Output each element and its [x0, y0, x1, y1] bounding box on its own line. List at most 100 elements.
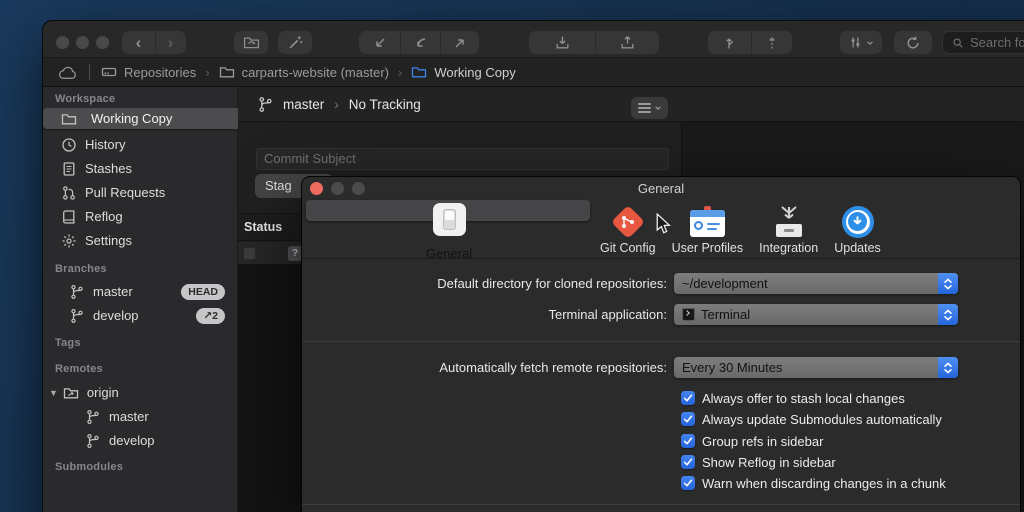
tab-git-config[interactable]: Git Config: [594, 200, 662, 257]
commit-subject-input[interactable]: Commit Subject: [256, 148, 669, 170]
refresh-button[interactable]: [894, 31, 932, 54]
form-divider: [302, 341, 1020, 342]
dialog-minimize-button[interactable]: [331, 182, 344, 195]
sidebar-item-stashes[interactable]: Stashes: [43, 157, 237, 180]
tags-section-header: Tags: [55, 337, 81, 349]
updates-tab-icon: [842, 206, 874, 238]
main-titlebar: ‹ ›: [43, 21, 1024, 58]
sidebar-branch-develop[interactable]: develop ↗2: [43, 304, 237, 327]
checkbox-checked-icon[interactable]: [681, 391, 695, 405]
breadcrumb-repositories[interactable]: Repositories: [124, 65, 196, 80]
remotes-section-header: Remotes: [55, 363, 103, 375]
checkbox-update-submodules[interactable]: Always update Submodules automatically: [681, 411, 942, 427]
checkbox-checked-icon[interactable]: [681, 476, 695, 490]
sidebar-item-pull-requests[interactable]: Pull Requests: [43, 181, 237, 204]
checkbox-warn-discard-chunk[interactable]: Warn when discarding changes in a chunk: [681, 475, 946, 491]
tab-integration[interactable]: Integration: [753, 200, 824, 257]
stepper-icon: [938, 273, 958, 294]
tab-user-profiles[interactable]: User Profiles: [666, 200, 750, 257]
checkbox-group-refs[interactable]: Group refs in sidebar: [681, 433, 823, 449]
sidebar-item-settings[interactable]: Settings: [43, 229, 237, 252]
search-input[interactable]: Search fo: [942, 31, 1024, 54]
git-branch-icon: [69, 308, 85, 324]
mouse-pointer-icon: [656, 213, 671, 235]
cloud-icon[interactable]: [57, 65, 78, 80]
checkbox-checked-icon[interactable]: [681, 434, 695, 448]
terminal-application-row: Terminal application: Terminal: [302, 304, 958, 325]
chevron-down-icon: [866, 39, 874, 47]
filter-button[interactable]: [840, 31, 882, 54]
dialog-zoom-button[interactable]: [352, 182, 365, 195]
hamburger-icon: [638, 103, 651, 113]
quick-launch-button[interactable]: [278, 31, 312, 54]
stepper-icon: [938, 304, 958, 325]
chevron-icon: ›: [334, 97, 339, 112]
file-checkbox[interactable]: [243, 247, 256, 260]
breadcrumb-chevron-icon: ›: [398, 65, 402, 80]
dialog-close-button[interactable]: [310, 182, 323, 195]
user-profiles-tab-icon: [690, 210, 725, 237]
current-branch-label[interactable]: master: [283, 97, 324, 112]
create-tag-button[interactable]: [751, 31, 792, 54]
checkbox-show-reflog[interactable]: Show Reflog in sidebar: [681, 454, 836, 470]
submodules-section-header: Submodules: [55, 461, 123, 473]
terminal-application-select[interactable]: Terminal: [674, 304, 958, 325]
sidebar-remote-origin[interactable]: ▼ origin: [43, 381, 237, 404]
gear-icon: [61, 233, 77, 249]
fetch-pull-push-group: [359, 31, 479, 54]
checkbox-checked-icon[interactable]: [681, 455, 695, 469]
git-branch-icon: [257, 96, 274, 113]
tracking-label[interactable]: No Tracking: [349, 97, 421, 112]
search-icon: [951, 36, 965, 50]
open-repository-button[interactable]: [234, 31, 268, 54]
integration-tab-icon: [774, 206, 804, 238]
breadcrumb-chevron-icon: ›: [205, 65, 209, 80]
document-icon: [61, 161, 77, 177]
default-directory-row: Default directory for cloned repositorie…: [302, 273, 958, 294]
fetch-button[interactable]: [360, 31, 400, 54]
branch-tag-group: [708, 31, 792, 54]
back-button[interactable]: ‹: [123, 31, 155, 54]
tab-general[interactable]: General: [306, 200, 590, 221]
workspace-section-header: Workspace: [55, 93, 115, 105]
commit-subject-placeholder: Commit Subject: [264, 151, 356, 166]
search-placeholder: Search fo: [970, 35, 1024, 50]
terminal-application-label: Terminal application:: [302, 307, 674, 322]
auto-fetch-select[interactable]: Every 30 Minutes: [674, 357, 958, 378]
terminal-app-icon: [682, 308, 695, 321]
minimize-window-button[interactable]: [76, 36, 89, 49]
default-directory-select[interactable]: ~/development: [674, 273, 958, 294]
git-branch-icon: [69, 284, 85, 300]
clock-icon: [61, 137, 77, 153]
sidebar-branch-master[interactable]: master HEAD: [43, 280, 237, 303]
general-tab-icon: [433, 203, 466, 236]
stepper-icon: [938, 357, 958, 378]
chevron-down-icon: [654, 104, 662, 112]
breadcrumb-working-copy[interactable]: Working Copy: [434, 65, 515, 80]
unstash-button[interactable]: [595, 31, 659, 54]
create-branch-button[interactable]: [709, 31, 751, 54]
sidebar-item-reflog[interactable]: Reflog: [43, 205, 237, 228]
checkbox-checked-icon[interactable]: [681, 412, 695, 426]
remote-folder-icon: [63, 385, 79, 401]
pull-button[interactable]: [400, 31, 440, 54]
push-button[interactable]: [440, 31, 478, 54]
book-icon: [61, 209, 77, 225]
checkbox-stash-local-changes[interactable]: Always offer to stash local changes: [681, 390, 905, 406]
git-branch-icon: [85, 409, 101, 425]
zoom-window-button[interactable]: [96, 36, 109, 49]
forward-button[interactable]: ›: [155, 31, 186, 54]
tab-updates[interactable]: Updates: [828, 200, 887, 257]
repo-folder-icon: [219, 64, 235, 80]
stash-button[interactable]: [530, 31, 595, 54]
close-window-button[interactable]: [56, 36, 69, 49]
view-options-button[interactable]: [631, 97, 668, 119]
git-branch-icon: [85, 433, 101, 449]
sidebar-remote-develop[interactable]: develop: [43, 429, 237, 452]
breadcrumb-repo[interactable]: carparts-website (master): [242, 65, 389, 80]
sidebar-item-history[interactable]: History: [43, 133, 237, 156]
sidebar-remote-master[interactable]: master: [43, 405, 237, 428]
disclosure-triangle-icon[interactable]: ▼: [49, 388, 58, 398]
divider: [89, 64, 90, 80]
git-config-tab-icon: [611, 205, 645, 239]
